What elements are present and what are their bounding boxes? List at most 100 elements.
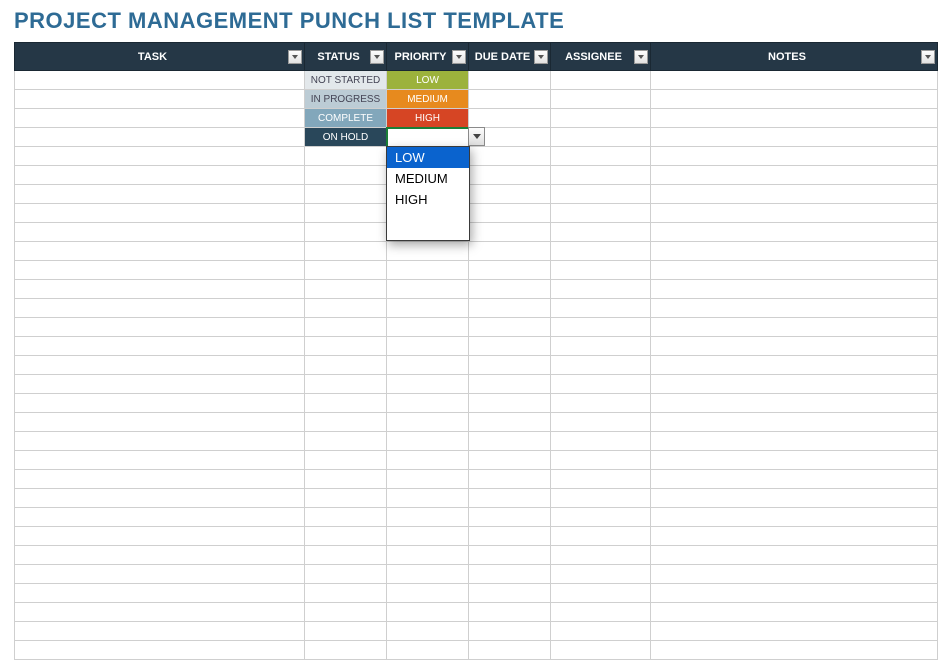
cell-empty[interactable] [15, 432, 305, 451]
cell-empty[interactable] [305, 375, 387, 394]
cell-empty[interactable] [15, 508, 305, 527]
cell-empty[interactable] [469, 413, 551, 432]
cell-empty[interactable] [651, 584, 938, 603]
cell-empty[interactable] [305, 622, 387, 641]
cell-empty[interactable] [551, 527, 651, 546]
cell-empty[interactable] [387, 565, 469, 584]
cell-empty[interactable] [551, 432, 651, 451]
cell-empty[interactable] [15, 280, 305, 299]
cell-empty[interactable] [651, 546, 938, 565]
cell-task[interactable] [15, 109, 305, 128]
cell-empty[interactable] [15, 185, 305, 204]
cell-task[interactable] [15, 128, 305, 147]
cell-notes[interactable] [651, 71, 938, 90]
cell-empty[interactable] [305, 527, 387, 546]
cell-empty[interactable] [15, 527, 305, 546]
cell-empty[interactable] [651, 432, 938, 451]
cell-empty[interactable] [305, 318, 387, 337]
cell-empty[interactable] [551, 261, 651, 280]
cell-empty[interactable] [15, 375, 305, 394]
cell-empty[interactable] [651, 337, 938, 356]
cell-empty[interactable] [469, 261, 551, 280]
cell-empty[interactable] [15, 337, 305, 356]
cell-empty[interactable] [305, 546, 387, 565]
cell-empty[interactable] [469, 394, 551, 413]
header-status[interactable]: STATUS [305, 43, 387, 71]
cell-assignee[interactable] [551, 128, 651, 147]
cell-empty[interactable] [387, 470, 469, 489]
cell-empty[interactable] [651, 166, 938, 185]
cell-empty[interactable] [651, 299, 938, 318]
cell-priority[interactable]: LOWMEDIUMHIGH [387, 128, 469, 147]
cell-empty[interactable] [305, 356, 387, 375]
cell-assignee[interactable] [551, 109, 651, 128]
cell-empty[interactable] [469, 489, 551, 508]
cell-empty[interactable] [651, 280, 938, 299]
cell-empty[interactable] [387, 527, 469, 546]
cell-empty[interactable] [469, 166, 551, 185]
cell-empty[interactable] [469, 204, 551, 223]
header-assignee[interactable]: ASSIGNEE [551, 43, 651, 71]
cell-empty[interactable] [651, 375, 938, 394]
cell-empty[interactable] [15, 546, 305, 565]
cell-empty[interactable] [651, 242, 938, 261]
cell-empty[interactable] [305, 565, 387, 584]
cell-empty[interactable] [15, 641, 305, 660]
cell-due[interactable] [469, 71, 551, 90]
cell-empty[interactable] [15, 584, 305, 603]
header-priority[interactable]: PRIORITY [387, 43, 469, 71]
cell-empty[interactable] [305, 641, 387, 660]
cell-empty[interactable] [469, 603, 551, 622]
cell-empty[interactable] [651, 451, 938, 470]
cell-empty[interactable] [15, 394, 305, 413]
cell-empty[interactable] [651, 470, 938, 489]
cell-assignee[interactable] [551, 90, 651, 109]
priority-dropdown[interactable]: LOWMEDIUMHIGH [386, 146, 470, 241]
cell-empty[interactable] [551, 204, 651, 223]
cell-empty[interactable] [651, 641, 938, 660]
cell-empty[interactable] [469, 318, 551, 337]
cell-empty[interactable] [651, 261, 938, 280]
cell-empty[interactable] [387, 584, 469, 603]
cell-empty[interactable] [651, 489, 938, 508]
cell-empty[interactable] [651, 413, 938, 432]
cell-empty[interactable] [469, 451, 551, 470]
cell-empty[interactable] [305, 147, 387, 166]
cell-empty[interactable] [469, 185, 551, 204]
cell-status[interactable]: COMPLETE [305, 109, 387, 128]
cell-empty[interactable] [651, 565, 938, 584]
cell-empty[interactable] [15, 318, 305, 337]
cell-empty[interactable] [651, 223, 938, 242]
cell-empty[interactable] [551, 242, 651, 261]
cell-task[interactable] [15, 90, 305, 109]
cell-empty[interactable] [469, 527, 551, 546]
cell-empty[interactable] [15, 451, 305, 470]
cell-empty[interactable] [651, 147, 938, 166]
cell-status[interactable]: IN PROGRESS [305, 90, 387, 109]
cell-empty[interactable] [651, 204, 938, 223]
cell-empty[interactable] [305, 584, 387, 603]
cell-due[interactable] [469, 90, 551, 109]
cell-empty[interactable] [15, 603, 305, 622]
cell-empty[interactable] [387, 280, 469, 299]
cell-empty[interactable] [305, 432, 387, 451]
cell-empty[interactable] [651, 394, 938, 413]
cell-empty[interactable] [305, 223, 387, 242]
cell-empty[interactable] [651, 622, 938, 641]
cell-empty[interactable] [387, 641, 469, 660]
header-task[interactable]: TASK [15, 43, 305, 71]
cell-empty[interactable] [387, 375, 469, 394]
cell-empty[interactable] [551, 603, 651, 622]
cell-empty[interactable] [469, 356, 551, 375]
cell-empty[interactable] [651, 527, 938, 546]
cell-empty[interactable] [387, 508, 469, 527]
cell-empty[interactable] [15, 489, 305, 508]
cell-empty[interactable] [305, 261, 387, 280]
cell-empty[interactable] [15, 242, 305, 261]
cell-empty[interactable] [651, 508, 938, 527]
cell-empty[interactable] [551, 147, 651, 166]
cell-empty[interactable] [551, 394, 651, 413]
filter-icon[interactable] [634, 50, 648, 64]
cell-empty[interactable] [387, 489, 469, 508]
cell-assignee[interactable] [551, 71, 651, 90]
